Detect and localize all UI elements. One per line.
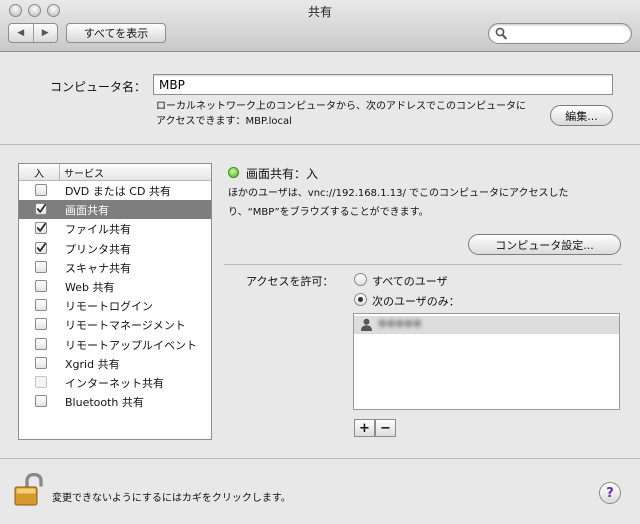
footer-bar: 変更できないようにするにはカギをクリックします。 ? xyxy=(0,458,640,524)
radio-only-these-users-label[interactable]: 次のユーザのみ： xyxy=(372,293,460,309)
service-list-item[interactable]: Web 共有 xyxy=(19,277,211,296)
service-label: Xgrid 共有 xyxy=(65,357,120,371)
unlocked-padlock-icon xyxy=(14,472,43,506)
address-description-line-1: ローカルネットワーク上のコンピュータから、次のアドレスでこのコンピュータに xyxy=(156,101,526,112)
service-description-line-1: ほかのユーザは、vnc://192.168.1.13/ でこのコンピュータにアク… xyxy=(228,188,569,199)
back-button[interactable]: ◀ xyxy=(9,24,33,42)
window-title: 共有 xyxy=(307,5,332,19)
service-list-item[interactable]: リモートログイン xyxy=(19,296,211,315)
service-rows: DVD または CD 共有 画面共有ファイル共有 プリンタ共有 スキャナ共有 Web 共… xyxy=(19,181,211,411)
access-label: アクセスを許可： xyxy=(246,275,334,288)
add-user-button[interactable]: + xyxy=(354,419,375,437)
radio-all-users-label[interactable]: すべてのユーザ xyxy=(372,273,448,289)
computer-name-section: コンピュータ名： ローカルネットワーク上のコンピュータから、次のアドレスでこのコ… xyxy=(0,53,640,145)
address-description-line-2: アクセスできます：MBP.local xyxy=(156,116,292,127)
checkmark-icon xyxy=(36,204,46,213)
service-label: ファイル共有 xyxy=(65,223,131,237)
remove-user-button[interactable]: − xyxy=(375,419,396,437)
search-field[interactable] xyxy=(488,23,632,44)
checkmark-icon xyxy=(36,223,46,233)
service-list-item[interactable]: リモートアップルイベント xyxy=(19,335,211,354)
user-name: ●●●●● xyxy=(378,318,422,329)
lock-message: 変更できないようにするにはカギをクリックします。 xyxy=(52,493,291,504)
computer-name-label: コンピュータ名： xyxy=(50,80,147,94)
title-bar: 共有 ◀ ▶ すべてを表示 xyxy=(0,0,640,52)
service-list-item[interactable]: プリンタ共有 xyxy=(19,239,211,258)
edit-button[interactable]: 編集... xyxy=(550,105,613,126)
service-status: 画面共有：入 xyxy=(246,167,319,181)
service-checkbox[interactable] xyxy=(35,299,47,312)
service-label: Bluetooth 共有 xyxy=(65,396,144,410)
service-label: スキャナ共有 xyxy=(65,261,131,275)
service-list-item[interactable]: インターネット共有 xyxy=(19,373,211,392)
checkmark-icon xyxy=(36,242,46,252)
service-list-item[interactable]: スキャナ共有 xyxy=(19,258,211,277)
user-list: ●●●●● xyxy=(353,313,620,410)
service-checkbox[interactable] xyxy=(35,241,47,254)
help-button[interactable]: ? xyxy=(599,482,621,504)
help-question-mark-icon: ? xyxy=(606,485,614,501)
service-list-item[interactable]: Xgrid 共有 xyxy=(19,354,211,373)
service-checkbox[interactable] xyxy=(35,260,47,273)
service-label: リモートアップルイベント xyxy=(65,338,197,352)
service-list-item[interactable]: DVD または CD 共有 xyxy=(19,181,211,200)
service-list: 入 サービス DVD または CD 共有 画面共有ファイル共有 プリンタ共有 スキャナ… xyxy=(18,163,212,440)
forward-button[interactable]: ▶ xyxy=(32,24,58,42)
service-checkbox[interactable] xyxy=(35,337,47,350)
column-header-service[interactable]: サービス xyxy=(60,164,211,180)
service-checkbox xyxy=(35,375,47,388)
status-indicator-icon xyxy=(228,167,239,178)
service-checkbox[interactable] xyxy=(35,318,47,331)
service-label: リモートログイン xyxy=(65,300,153,314)
service-list-header: 入 サービス xyxy=(19,164,211,181)
service-label: リモートマネージメント xyxy=(65,319,186,333)
service-label: 画面共有 xyxy=(65,204,109,218)
service-list-item[interactable]: ファイル共有 xyxy=(19,219,211,238)
forward-arrow-icon: ▶ xyxy=(41,28,49,38)
column-header-on[interactable]: 入 xyxy=(19,164,60,180)
user-list-item[interactable]: ●●●●● xyxy=(354,316,619,334)
computer-settings-button[interactable]: コンピュータ設定... xyxy=(468,234,621,255)
service-checkbox[interactable] xyxy=(35,356,47,369)
service-checkbox[interactable] xyxy=(35,222,47,235)
show-all-button[interactable]: すべてを表示 xyxy=(66,23,166,43)
service-list-item[interactable]: リモートマネージメント xyxy=(19,315,211,334)
service-checkbox[interactable] xyxy=(35,279,47,292)
service-checkbox[interactable] xyxy=(35,395,47,408)
service-description-line-2: り、“MBP”をブラウズすることができます。 xyxy=(228,207,429,218)
back-arrow-icon: ◀ xyxy=(17,28,25,38)
computer-name-input[interactable] xyxy=(153,74,613,95)
section-divider xyxy=(224,264,622,265)
service-list-item[interactable]: 画面共有 xyxy=(19,200,211,220)
user-icon xyxy=(361,318,372,331)
service-label: プリンタ共有 xyxy=(65,242,131,256)
service-label: インターネット共有 xyxy=(65,376,164,390)
service-checkbox[interactable] xyxy=(35,184,47,196)
computer-name-description: ローカルネットワーク上のコンピュータから、次のアドレスでこのコンピュータに アク… xyxy=(156,99,556,129)
nav-back-forward: ◀ ▶ xyxy=(8,23,58,43)
service-checkbox[interactable] xyxy=(35,203,47,216)
radio-all-users[interactable] xyxy=(354,273,367,286)
search-input[interactable] xyxy=(509,26,624,41)
service-description: ほかのユーザは、vnc://192.168.1.13/ でこのコンピュータにアク… xyxy=(228,184,598,222)
sharing-window: 共有 ◀ ▶ すべてを表示 コンピュータ名： ローカルネットワーク上のコンピュー… xyxy=(0,0,640,524)
service-label: DVD または CD 共有 xyxy=(65,185,171,198)
lock-button[interactable] xyxy=(13,472,45,510)
search-icon xyxy=(495,27,507,40)
radio-only-these-users[interactable] xyxy=(354,293,367,306)
service-list-item[interactable]: Bluetooth 共有 xyxy=(19,392,211,411)
service-label: Web 共有 xyxy=(65,280,115,294)
